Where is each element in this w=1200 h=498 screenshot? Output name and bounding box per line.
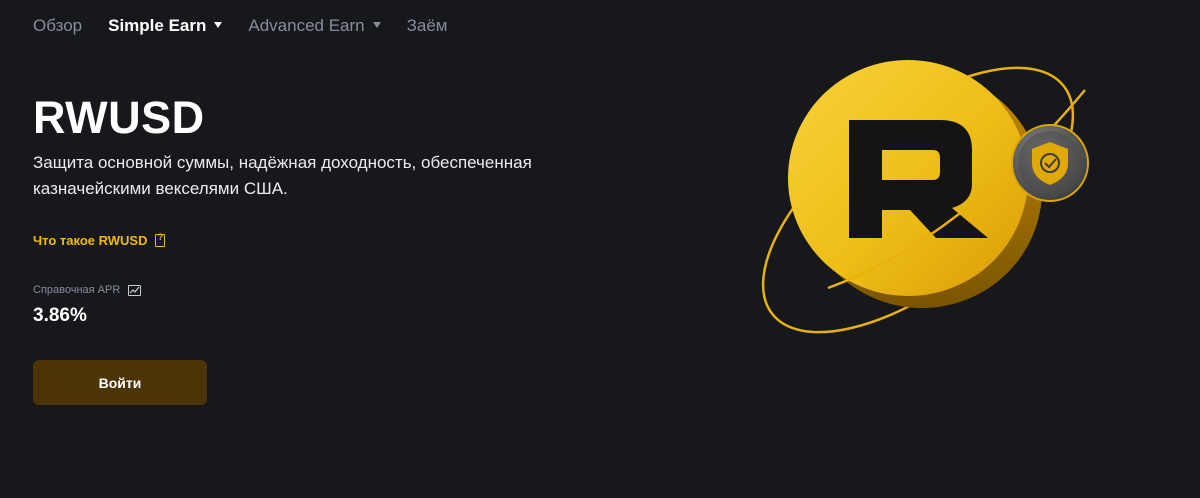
apr-label-text: Справочная APR xyxy=(33,284,121,296)
apr-value: 3.86% xyxy=(33,305,87,326)
shield-check-icon xyxy=(1011,124,1089,202)
nav-item-simple-earn[interactable]: Simple Earn xyxy=(108,16,223,36)
nav-item-label: Обзор xyxy=(33,16,83,35)
nav-item-advanced-earn[interactable]: Advanced Earn xyxy=(248,16,381,36)
line-chart-icon[interactable] xyxy=(128,284,142,296)
coin-illustration xyxy=(740,50,1120,350)
login-button[interactable]: Войти xyxy=(33,360,207,405)
what-is-rwusd-link[interactable]: Что такое RWUSD xyxy=(33,232,166,248)
doc-question-icon xyxy=(155,232,166,247)
coin-face xyxy=(788,60,1028,296)
top-nav: Обзор Simple Earn Advanced Earn Заём xyxy=(33,14,474,38)
nav-item-label: Заём xyxy=(406,16,448,35)
caret-down-icon xyxy=(372,22,381,28)
page-subtitle: Защита основной суммы, надёжная доходнос… xyxy=(33,153,532,198)
nav-item-label: Simple Earn xyxy=(108,16,207,35)
nav-item-label: Advanced Earn xyxy=(248,16,365,35)
page-title: RWUSD xyxy=(33,92,205,143)
nav-item-overview[interactable]: Обзор xyxy=(33,16,82,36)
nav-item-loan[interactable]: Заём xyxy=(407,16,448,36)
page: Обзор Simple Earn Advanced Earn Заём RWU… xyxy=(0,0,1200,498)
caret-down-icon xyxy=(214,22,223,28)
learn-link-label: Что такое RWUSD xyxy=(33,233,148,248)
apr-label: Справочная APR xyxy=(33,284,142,296)
